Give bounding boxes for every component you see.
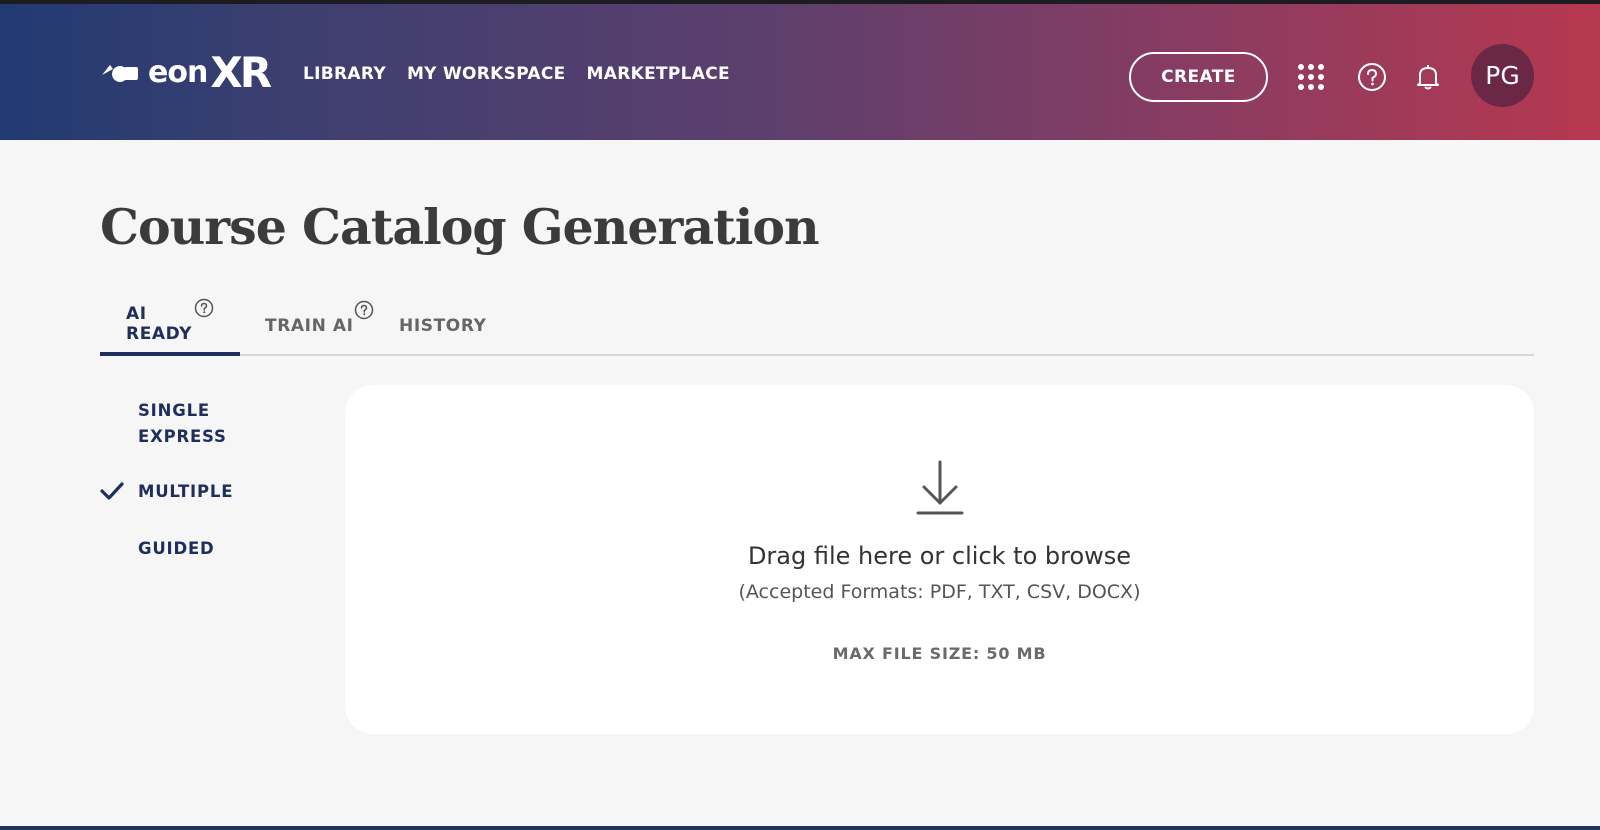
logo-eon-text: eon: [148, 54, 208, 90]
sidebar-item-label: GUIDED: [138, 539, 215, 558]
dropzone-instructions: Drag file here or click to browse: [747, 542, 1132, 570]
nav-my-workspace[interactable]: MY WORKSPACE: [407, 64, 566, 84]
sidebar-item-guided[interactable]: GUIDED: [100, 535, 320, 567]
logo-mark-icon: [102, 65, 138, 82]
apps-grid-icon[interactable]: [1293, 59, 1329, 95]
sidebar-item-label: MULTIPLE: [138, 482, 234, 501]
page-title: Course Catalog Generation: [100, 198, 820, 256]
bottom-border: [0, 826, 1600, 830]
bell-icon[interactable]: [1410, 59, 1446, 95]
tab-bar: AI READY TRAIN AI HISTORY: [100, 296, 1534, 356]
checkmark-icon: [100, 481, 124, 505]
tab-label: HISTORY: [399, 316, 487, 336]
tab-label: TRAIN AI: [265, 316, 354, 336]
eonxr-logo[interactable]: eon XR: [100, 47, 272, 97]
max-file-size-text: MAX FILE SIZE: 50 MB: [832, 644, 1047, 663]
sidebar-item-multiple[interactable]: MULTIPLE: [100, 478, 320, 510]
sidebar-item-single-express[interactable]: SINGLE EXPRESS: [100, 396, 320, 456]
help-icon[interactable]: [194, 298, 214, 323]
accepted-formats-text: (Accepted Formats: PDF, TXT, CSV, DOCX): [738, 581, 1141, 603]
logo-xr-text: XR: [210, 47, 272, 97]
nav-marketplace[interactable]: MARKETPLACE: [587, 64, 730, 84]
file-dropzone[interactable]: Drag file here or click to browse (Accep…: [345, 385, 1534, 734]
download-icon: [915, 458, 965, 522]
top-header: eon XR LIBRARY MY WORKSPACE MARKETPLACE …: [0, 4, 1600, 140]
tab-ai-ready[interactable]: AI READY: [100, 296, 240, 356]
tab-label: AI READY: [126, 304, 193, 344]
create-button[interactable]: CREATE: [1129, 52, 1268, 102]
help-icon[interactable]: [354, 300, 374, 325]
main-nav: LIBRARY MY WORKSPACE MARKETPLACE: [303, 64, 730, 84]
avatar[interactable]: PG: [1471, 44, 1534, 107]
tab-history[interactable]: HISTORY: [373, 296, 513, 356]
sidebar-item-label: SINGLE EXPRESS: [138, 401, 227, 446]
nav-library[interactable]: LIBRARY: [303, 64, 386, 84]
help-icon[interactable]: [1354, 59, 1390, 95]
